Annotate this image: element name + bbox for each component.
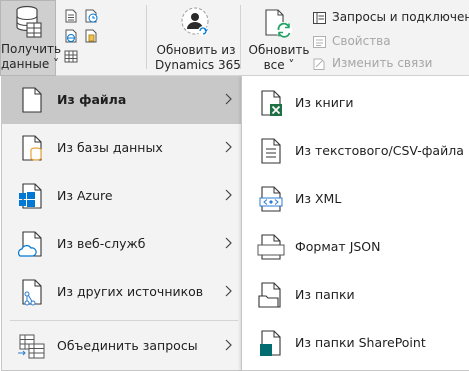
- refresh-all-icon: [263, 6, 295, 44]
- submenu-item-json[interactable]: Формат JSON: [242, 223, 469, 271]
- properties-label: Свойства: [332, 34, 391, 48]
- quick-source-icons: [62, 7, 102, 67]
- submenu-item-label: Из текстового/CSV-файла: [295, 143, 464, 158]
- submenu-item-from-xml[interactable]: Из XML: [242, 175, 469, 223]
- azure-icon: [17, 181, 47, 211]
- refresh-all-label-line1: Обновить: [248, 43, 310, 57]
- menu-separator: [10, 320, 238, 321]
- menu-item-from-file[interactable]: Из файла: [2, 76, 244, 124]
- submenu-item-label: Из папки SharePoint: [295, 335, 426, 350]
- chevron-right-icon: [224, 187, 234, 203]
- dynamics-label-line1: Обновить из: [156, 43, 236, 57]
- submenu-item-from-workbook[interactable]: Из книги: [242, 79, 469, 127]
- submenu-item-from-sharepoint-folder[interactable]: Из папки SharePoint: [242, 319, 469, 367]
- existing-connections-icon[interactable]: [84, 29, 98, 43]
- file-icon: [17, 85, 47, 115]
- edit-links-icon: [313, 57, 326, 70]
- database-table-icon: [15, 5, 43, 43]
- chevron-right-icon: [224, 235, 234, 251]
- refresh-all-label-line2: все ˅: [263, 58, 295, 72]
- submenu-item-label: Из книги: [295, 95, 354, 110]
- ribbon-separator: [240, 5, 241, 69]
- refresh-from-dynamics-button[interactable]: Обновить из Dynamics 365: [155, 0, 241, 76]
- get-data-label-line2: данные ˅: [1, 57, 60, 71]
- sharepoint-folder-icon: [257, 328, 287, 358]
- xml-icon: [257, 184, 287, 214]
- table-range-icon[interactable]: [64, 49, 78, 63]
- submenu-item-label: Из папки: [295, 287, 355, 302]
- menu-item-label-rest: Из файла: [57, 92, 127, 107]
- text-file-icon[interactable]: [64, 9, 78, 23]
- cloud-icon: [17, 229, 47, 259]
- queries-pane-icon: [313, 11, 326, 24]
- menu-item-from-azure[interactable]: Из Azure: [2, 172, 244, 220]
- chevron-right-icon: [224, 283, 234, 299]
- json-icon: [257, 232, 287, 262]
- recent-sources-icon[interactable]: [84, 9, 98, 23]
- submenu-item-label: Формат JSON: [295, 239, 381, 254]
- menu-item-label: Из других источников: [57, 284, 204, 299]
- submenu-item-label: Из XML: [295, 191, 342, 206]
- other-sources-icon: [17, 277, 47, 307]
- menu-item-combine-queries[interactable]: Объединить запросы: [2, 322, 244, 370]
- properties-icon: [313, 35, 326, 48]
- refresh-all-button[interactable]: Обновить все ˅: [248, 0, 310, 76]
- queries-connections-label: Запросы и подключения: [332, 10, 469, 24]
- chevron-right-icon: [224, 91, 234, 107]
- menu-item-from-database[interactable]: Из базы данных: [2, 124, 244, 172]
- chevron-right-icon: [224, 139, 234, 155]
- submenu-item-from-text-csv[interactable]: Из текстового/CSV-файла: [242, 127, 469, 175]
- menu-item-label: Из базы данных: [57, 140, 163, 155]
- menu-item-from-web-services[interactable]: Из веб-служб: [2, 220, 244, 268]
- menu-item-label: Из Azure: [57, 188, 113, 203]
- dynamics-person-icon: [181, 7, 211, 43]
- chevron-right-icon: [224, 337, 234, 353]
- menu-item-label: Объединить запросы: [57, 338, 198, 353]
- combine-queries-icon: [17, 331, 47, 361]
- web-source-icon[interactable]: [64, 29, 78, 43]
- get-data-menu: Из файла Из базы данных Из Azure Из веб-…: [1, 76, 245, 371]
- excel-workbook-icon: [257, 88, 287, 118]
- edit-links-label: Изменить связи: [332, 56, 433, 70]
- get-data-label-line1: Получить: [1, 42, 62, 56]
- text-csv-icon: [257, 136, 287, 166]
- ribbon: Получить данные ˅ Обновить из Dynamics 3…: [0, 0, 469, 76]
- menu-item-from-other-sources[interactable]: Из других источников: [2, 268, 244, 316]
- dynamics-label-line2: Dynamics 365: [155, 58, 241, 72]
- get-data-button[interactable]: Получить данные ˅: [0, 0, 62, 76]
- menu-item-label: Из веб-служб: [57, 236, 146, 251]
- from-file-submenu: Из книги Из текстового/CSV-файла Из XML …: [241, 76, 469, 371]
- folder-icon: [257, 280, 287, 310]
- ribbon-separator: [146, 5, 147, 69]
- submenu-item-from-folder[interactable]: Из папки: [242, 271, 469, 319]
- menu-item-label: Из файла: [57, 92, 126, 107]
- database-icon: [17, 133, 47, 163]
